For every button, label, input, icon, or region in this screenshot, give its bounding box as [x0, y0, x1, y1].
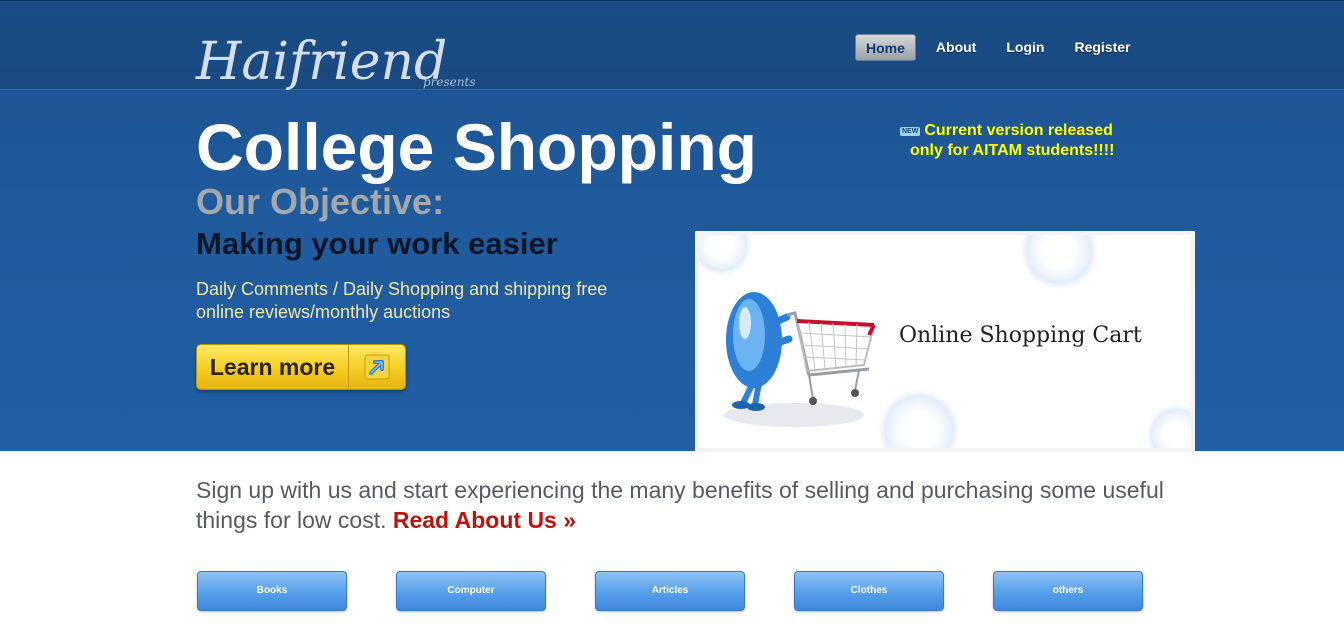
signup-message: Sign up with us and start experiencing t… — [196, 475, 1186, 535]
learn-more-button[interactable]: Learn more — [196, 344, 406, 390]
hero-description-line2: online reviews/monthly auctions — [196, 302, 451, 322]
category-others-button[interactable]: others — [993, 571, 1143, 611]
nav-register[interactable]: Register — [1064, 34, 1140, 61]
decor-bubble — [879, 390, 959, 448]
learn-more-label: Learn more — [197, 345, 349, 389]
category-books-button[interactable]: Books — [197, 571, 347, 611]
decor-bubble — [1147, 405, 1191, 448]
main-nav: Home About Login Register — [855, 34, 1150, 61]
arrow-up-right-icon — [349, 345, 405, 389]
promo-banner: Online Shopping Cart — [695, 231, 1195, 452]
new-badge-icon: NEW — [900, 127, 921, 136]
nav-about[interactable]: About — [926, 34, 986, 61]
hero-section: Haifriend presents Home About Login Regi… — [0, 0, 1344, 452]
signup-text: Sign up with us and start experiencing t… — [196, 477, 1164, 533]
site-logo[interactable]: Haifriend — [196, 32, 447, 92]
category-clothes-button[interactable]: Clothes — [794, 571, 944, 611]
page-title: College Shopping — [196, 110, 757, 184]
read-about-us-link[interactable]: Read About Us » — [393, 507, 576, 533]
hero-description: Daily Comments / Daily Shopping and ship… — [196, 278, 666, 324]
objective-subheading: Making your work easier — [196, 226, 558, 261]
nav-home[interactable]: Home — [855, 34, 916, 61]
announcement: NEW Current version released only for AIT… — [900, 121, 1200, 161]
objective-heading: Our Objective: — [196, 181, 445, 222]
decor-bubble — [1021, 235, 1097, 289]
shopping-cart-mascot-icon — [724, 292, 876, 427]
category-computer-button[interactable]: Computer — [396, 571, 546, 611]
announcement-line1: Current version released — [924, 122, 1113, 139]
announcement-line2: only for AITAM students!!!! — [910, 142, 1115, 159]
nav-login[interactable]: Login — [996, 34, 1054, 61]
hero-description-line1: Daily Comments / Daily Shopping and ship… — [196, 279, 608, 299]
logo-presents: presents — [423, 75, 476, 89]
banner-caption: Online Shopping Cart — [899, 323, 1142, 348]
category-buttons: Books Computer Articles Clothes others — [197, 571, 1192, 611]
category-articles-button[interactable]: Articles — [595, 571, 745, 611]
